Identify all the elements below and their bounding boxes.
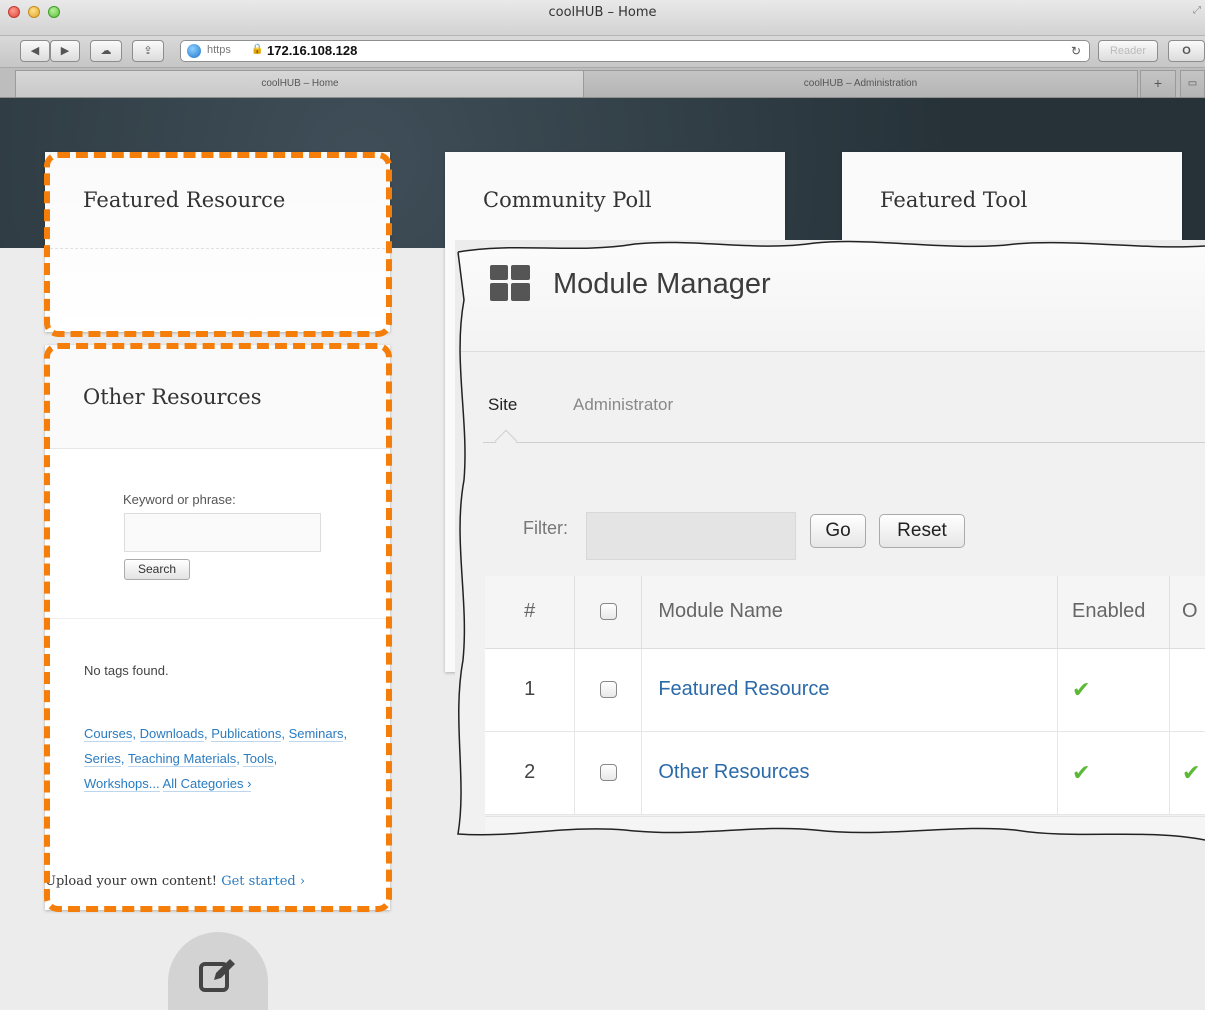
- globe-icon: [187, 44, 201, 58]
- featured-resource-title: Featured Resource: [83, 188, 286, 212]
- keyword-label: Keyword or phrase:: [123, 492, 236, 507]
- category-link-courses[interactable]: Courses: [84, 726, 133, 742]
- search-button[interactable]: Search: [124, 559, 190, 580]
- keyword-input[interactable]: [124, 513, 321, 552]
- tab-bar: coolHUB – Home coolHUB – Administration …: [0, 68, 1205, 98]
- category-link-publications[interactable]: Publications: [211, 726, 282, 742]
- category-link-teaching-materials[interactable]: Teaching Materials: [127, 751, 237, 767]
- lock-icon: 🔒: [251, 44, 264, 55]
- tab-home[interactable]: coolHUB – Home: [15, 70, 585, 97]
- new-tab-button[interactable]: +: [1140, 70, 1176, 97]
- divider: [45, 618, 390, 619]
- url-scheme: https: [207, 44, 231, 56]
- share-button[interactable]: ⇪: [132, 40, 164, 62]
- category-links: Courses, Downloads, Publications, Semina…: [84, 726, 348, 792]
- other-resources-title: Other Resources: [83, 385, 262, 409]
- featured-tool-title: Featured Tool: [880, 188, 1028, 212]
- compose-button[interactable]: [168, 932, 268, 1010]
- back-button[interactable]: ◀: [20, 40, 50, 62]
- tab-overview-button[interactable]: ▭: [1180, 70, 1205, 97]
- reload-icon[interactable]: ↻: [1071, 44, 1081, 58]
- community-poll-title: Community Poll: [483, 188, 652, 212]
- all-categories-link[interactable]: All Categories ›: [162, 776, 252, 792]
- category-link-seminars[interactable]: Seminars: [288, 726, 344, 742]
- no-tags-text: No tags found.: [84, 663, 169, 678]
- url-host: 172.16.108.128: [267, 43, 358, 58]
- fullscreen-icon[interactable]: ⤢: [1193, 5, 1201, 16]
- module-manager-callout: Module Manager Site Administrator Filter…: [455, 240, 1205, 845]
- tab-administration[interactable]: coolHUB – Administration: [583, 70, 1138, 97]
- panel-header: Other Resources: [45, 345, 390, 449]
- browser-window: coolHUB – Home ⤢ ◀ ▶ ☁ ⇪ https 🔒 172.16.…: [0, 0, 1205, 1010]
- category-link-tools[interactable]: Tools: [243, 751, 274, 767]
- category-link-downloads[interactable]: Downloads: [139, 726, 204, 742]
- category-link-workshops[interactable]: Workshops...: [84, 776, 160, 792]
- other-resources-panel: Other Resources Keyword or phrase: Searc…: [45, 345, 390, 910]
- window-title: coolHUB – Home: [548, 5, 657, 20]
- category-link-series[interactable]: Series: [84, 751, 121, 767]
- panel-divider: [45, 248, 390, 249]
- get-started-link[interactable]: Get started ›: [221, 874, 305, 889]
- browser-toolbar: ◀ ▶ ☁ ⇪ https 🔒 172.16.108.128 ↻ Reader …: [0, 36, 1205, 68]
- compose-icon: [199, 959, 235, 992]
- extension-button[interactable]: O: [1168, 40, 1205, 62]
- reader-button[interactable]: Reader: [1098, 40, 1158, 62]
- featured-resource-panel: Featured Resource: [45, 152, 390, 332]
- upload-prompt: Upload your own content! Get started ›: [45, 874, 305, 889]
- icloud-tabs-button[interactable]: ☁: [90, 40, 122, 62]
- torn-edge-frame: [455, 240, 1205, 845]
- upload-text: Upload your own content!: [45, 874, 218, 889]
- address-bar[interactable]: https 🔒 172.16.108.128 ↻: [180, 40, 1090, 62]
- title-bar: coolHUB – Home ⤢: [0, 0, 1205, 36]
- forward-button[interactable]: ▶: [50, 40, 80, 62]
